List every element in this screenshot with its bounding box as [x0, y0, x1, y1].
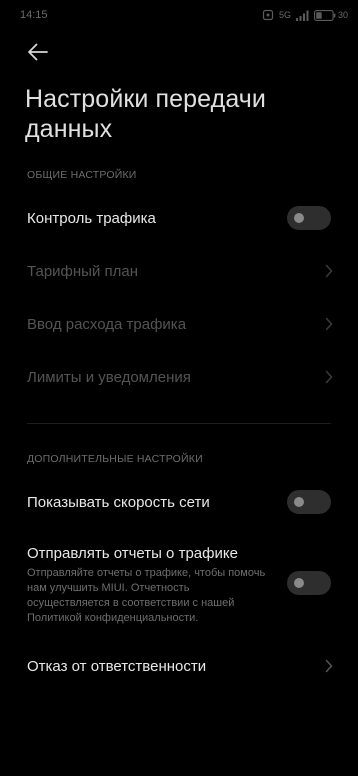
- tariff-plan-row[interactable]: Тарифный план: [0, 249, 358, 293]
- battery-level: 30: [337, 10, 348, 20]
- alarm-icon: [262, 9, 274, 21]
- send-reports-description: Отправляйте отчеты о трафике, чтобы помо…: [27, 567, 266, 624]
- toggle-knob: [294, 213, 304, 223]
- show-speed-row[interactable]: Показывать скорость сети: [0, 480, 358, 524]
- traffic-input-row[interactable]: Ввод расхода трафика: [0, 302, 358, 346]
- network-type: 5G: [278, 10, 291, 20]
- chevron-right-icon: [325, 264, 333, 278]
- status-icons: 5G 30: [262, 9, 348, 21]
- battery-indicator: 30: [314, 9, 348, 21]
- limits-label: Лимиты и уведомления: [27, 368, 191, 386]
- toggle-knob: [294, 578, 304, 588]
- send-reports-toggle[interactable]: [287, 571, 331, 595]
- battery-icon: [314, 9, 336, 21]
- page-title: Настройки передачи данных: [25, 85, 266, 143]
- traffic-control-row[interactable]: Контроль трафика: [0, 196, 358, 240]
- disclaimer-row[interactable]: Отказ от ответственности: [0, 644, 358, 688]
- traffic-control-toggle[interactable]: [287, 206, 331, 230]
- section-divider: [27, 423, 331, 424]
- chevron-right-icon: [325, 370, 333, 384]
- section-header-general: ОБЩИЕ НАСТРОЙКИ: [27, 169, 137, 181]
- show-speed-label: Показывать скорость сети: [27, 493, 210, 511]
- back-button[interactable]: [24, 38, 52, 66]
- limits-row[interactable]: Лимиты и уведомления: [0, 355, 358, 399]
- traffic-control-label: Контроль трафика: [27, 209, 156, 227]
- section-header-additional: ДОПОЛНИТЕЛЬНЫЕ НАСТРОЙКИ: [27, 453, 203, 465]
- signal-icon: [295, 10, 309, 21]
- back-arrow-icon: [28, 43, 48, 61]
- show-speed-toggle[interactable]: [287, 490, 331, 514]
- disclaimer-label: Отказ от ответственности: [27, 657, 207, 675]
- status-bar: 14:15 5G 30: [0, 0, 358, 30]
- chevron-right-icon: [325, 659, 333, 673]
- toggle-knob: [294, 497, 304, 507]
- chevron-right-icon: [325, 317, 333, 331]
- status-time: 14:15: [20, 9, 48, 21]
- traffic-input-label: Ввод расхода трафика: [27, 315, 187, 333]
- send-reports-label: Отправлять отчеты о трафике: [27, 545, 238, 562]
- tariff-plan-label: Тарифный план: [27, 262, 139, 280]
